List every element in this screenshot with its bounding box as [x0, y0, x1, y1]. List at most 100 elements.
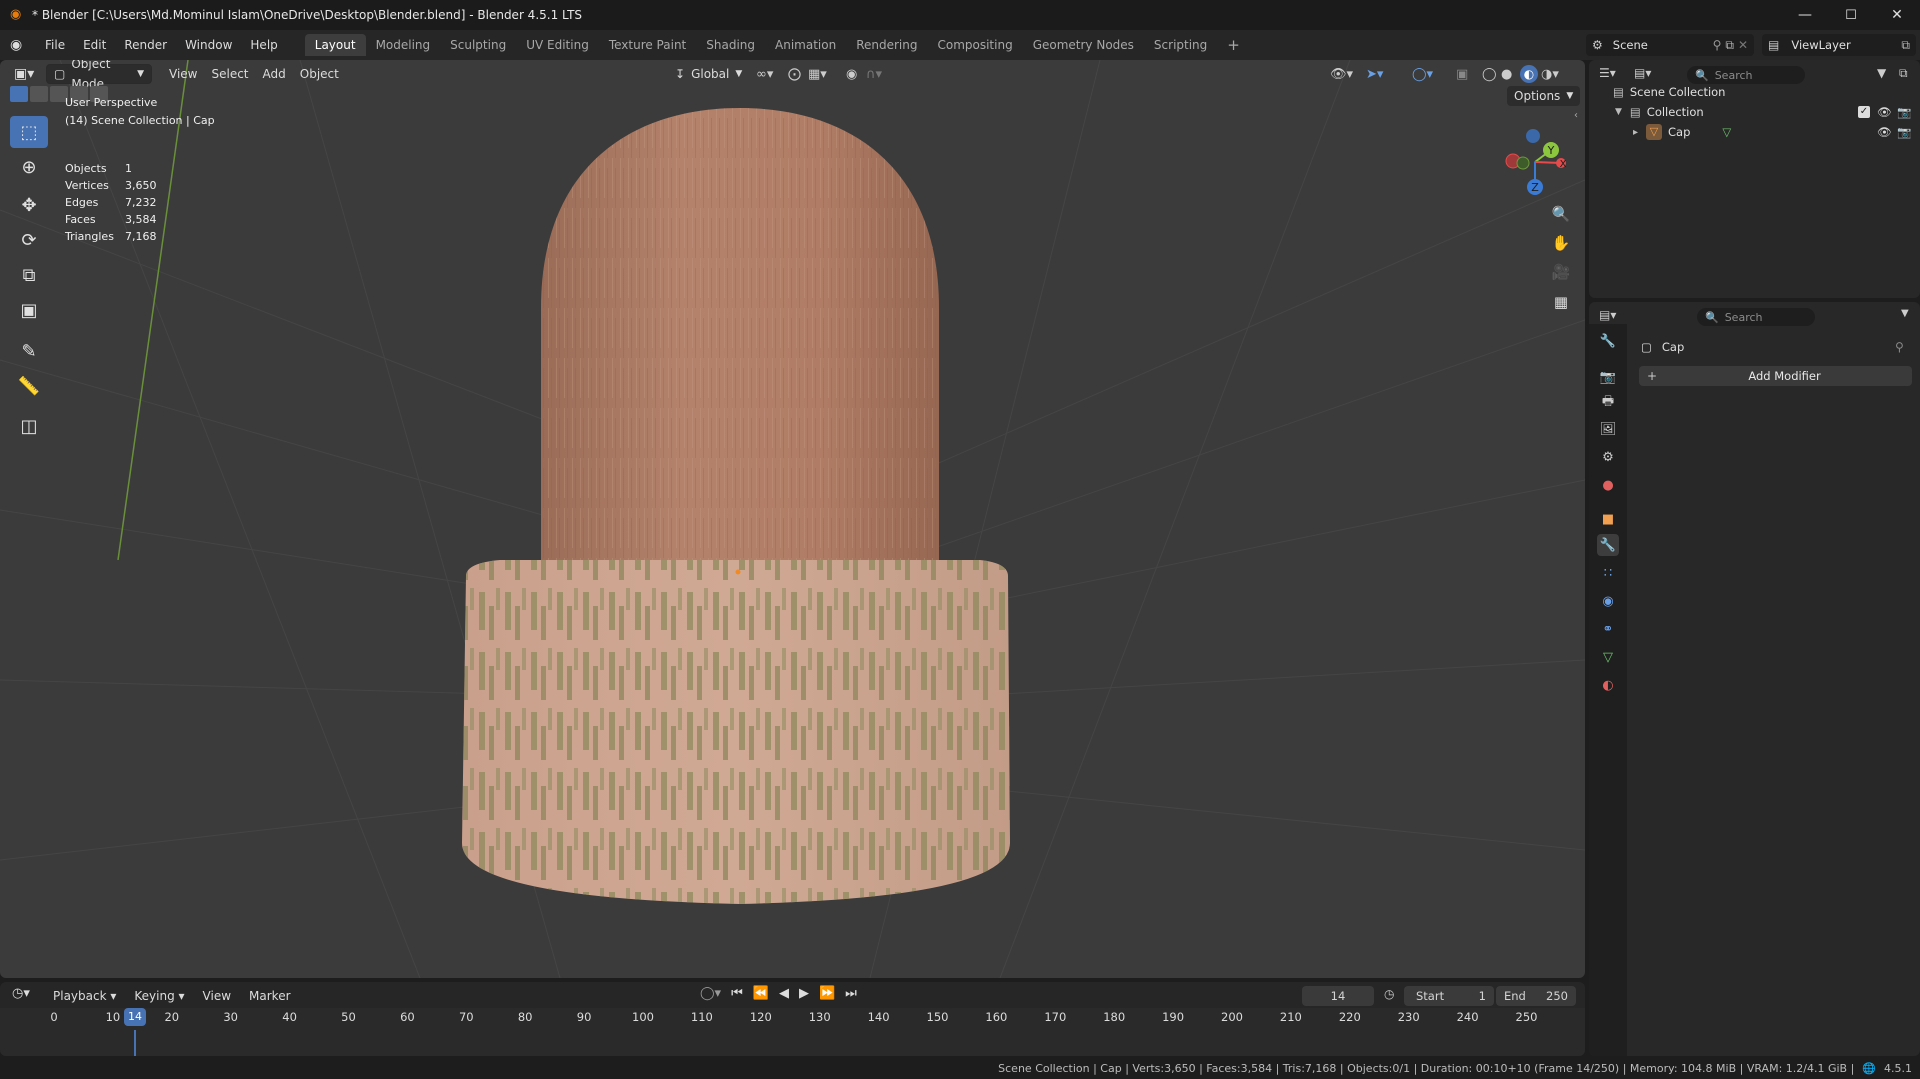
tab-compositing[interactable]: Compositing: [927, 34, 1022, 56]
current-frame-field[interactable]: 14: [1302, 986, 1374, 1006]
exclude-checkbox[interactable]: ✓: [1858, 106, 1870, 118]
particles-icon[interactable]: ∷: [1597, 562, 1619, 584]
tool-icon[interactable]: 🔧: [1597, 330, 1619, 352]
outliner-editor-type-icon[interactable]: ☰▾: [1599, 66, 1616, 80]
3d-viewport[interactable]: ▣▾ ▢ Object Mode ▼ View Select Add Objec…: [0, 60, 1585, 978]
chevron-down-icon[interactable]: ▼: [1615, 107, 1622, 117]
editor-type-icon[interactable]: ▣▾: [14, 66, 40, 82]
hand-pan-icon[interactable]: ✋: [1547, 229, 1575, 257]
solid-shading-icon[interactable]: ●: [1501, 67, 1512, 82]
play-reverse-icon[interactable]: ◀: [779, 986, 789, 1001]
select-extend-icon[interactable]: [30, 86, 48, 102]
menu-marker[interactable]: Marker: [242, 986, 297, 1006]
jump-end-icon[interactable]: ⏭: [845, 986, 857, 1001]
scene-selector[interactable]: ⚙ Scene ⚲ ⧉ ✕: [1586, 34, 1754, 56]
tab-geometry-nodes[interactable]: Geometry Nodes: [1023, 34, 1144, 56]
new-collection-icon[interactable]: ⧉: [1899, 66, 1908, 81]
chevron-down-icon[interactable]: ▼: [1901, 308, 1909, 319]
rendered-shading-icon[interactable]: ◑▾: [1541, 67, 1559, 82]
maximize-button[interactable]: ☐: [1828, 0, 1874, 30]
wireframe-shading-icon[interactable]: ◯: [1482, 67, 1497, 82]
outliner-row-scene-collection[interactable]: ▤ Scene Collection: [1589, 82, 1920, 102]
tab-animation[interactable]: Animation: [765, 34, 846, 56]
display-mode-icon[interactable]: ▤▾: [1634, 66, 1651, 80]
timeline-editor-type-icon[interactable]: ◷▾: [12, 986, 30, 1001]
tab-sculpting[interactable]: Sculpting: [440, 34, 516, 56]
falloff-icon[interactable]: ∩▾: [866, 67, 882, 82]
material-shading-icon[interactable]: ◐: [1520, 65, 1538, 83]
select-box-icon[interactable]: ⬚: [10, 116, 48, 148]
tab-shading[interactable]: Shading: [696, 34, 765, 56]
world-icon[interactable]: ●: [1597, 474, 1619, 496]
jump-start-icon[interactable]: ⏮: [731, 986, 743, 1001]
tab-layout[interactable]: Layout: [304, 34, 366, 56]
auto-keying-icon[interactable]: ◯▾: [700, 986, 721, 1001]
blender-menu-icon[interactable]: ◉: [10, 37, 32, 53]
properties-editor-type-icon[interactable]: ▤▾: [1599, 308, 1616, 322]
tab-modeling[interactable]: Modeling: [366, 34, 441, 56]
snap-target-icon[interactable]: ▦▾: [808, 67, 827, 82]
minimize-button[interactable]: —: [1782, 0, 1828, 30]
xray-icon[interactable]: ▣: [1456, 67, 1468, 82]
playhead-frame-label[interactable]: 14: [124, 1008, 146, 1026]
menu-edit[interactable]: Edit: [74, 34, 115, 56]
navigation-gizmo[interactable]: Y X Z: [1495, 122, 1575, 202]
viewlayer-selector[interactable]: ▤ ViewLayer ⧉: [1762, 34, 1916, 56]
measure-icon[interactable]: 📏: [10, 370, 48, 402]
move-icon[interactable]: ✥: [10, 189, 48, 221]
jump-keyframe-forward-icon[interactable]: ⏩: [819, 986, 835, 1001]
add-workspace-button[interactable]: +: [1217, 34, 1250, 56]
scale-icon[interactable]: ⧉: [10, 259, 48, 291]
cap-object[interactable]: [450, 108, 1020, 918]
new-scene-icon[interactable]: ⧉: [1725, 38, 1734, 53]
snap-icon[interactable]: ⨀: [788, 67, 801, 82]
gizmo-toggle-icon[interactable]: ➤▾: [1366, 67, 1383, 82]
tab-uv-editing[interactable]: UV Editing: [516, 34, 599, 56]
overlay-toggle-icon[interactable]: ◯▾: [1412, 67, 1433, 82]
start-frame-field[interactable]: Start 1: [1404, 986, 1494, 1006]
output-icon[interactable]: 🖶: [1597, 392, 1619, 414]
add-modifier-button[interactable]: + Add Modifier: [1639, 366, 1912, 386]
menu-help[interactable]: Help: [241, 34, 286, 56]
data-icon[interactable]: ▽: [1597, 646, 1619, 668]
cursor-icon[interactable]: ⊕: [10, 151, 48, 183]
camera-icon[interactable]: 🎥: [1547, 258, 1575, 286]
zoom-icon[interactable]: 🔍: [1547, 200, 1575, 228]
menu-keying[interactable]: Keying ▾: [127, 986, 191, 1006]
sidebar-toggle-icon[interactable]: ‹: [1574, 110, 1578, 121]
visibility-icon[interactable]: 👁▾: [1330, 67, 1353, 82]
menu-add[interactable]: Add: [256, 64, 293, 84]
object-icon[interactable]: ■: [1597, 508, 1619, 530]
outliner-row-collection[interactable]: ▼ ▤ Collection ✓ 👁 📷: [1589, 102, 1920, 122]
play-icon[interactable]: ▶: [799, 986, 809, 1001]
transform-icon[interactable]: ▣: [10, 294, 48, 326]
menu-select[interactable]: Select: [204, 64, 255, 84]
filter-icon[interactable]: ▼: [1877, 66, 1886, 80]
physics-icon[interactable]: ◉: [1597, 590, 1619, 612]
preview-range-icon[interactable]: ◷: [1384, 987, 1394, 1001]
annotate-icon[interactable]: ✎: [10, 335, 48, 367]
proportional-edit-icon[interactable]: ◉: [846, 67, 857, 82]
constraints-icon[interactable]: ⚭: [1597, 618, 1619, 640]
eye-icon[interactable]: 👁: [1877, 105, 1892, 119]
modifier-icon[interactable]: 🔧: [1597, 534, 1619, 556]
pin-icon[interactable]: ⚲: [1713, 38, 1722, 52]
menu-object[interactable]: Object: [293, 64, 346, 84]
properties-search-input[interactable]: 🔍 Search: [1697, 308, 1815, 326]
close-button[interactable]: ✕: [1874, 0, 1920, 30]
render-camera-icon[interactable]: 📷: [1897, 125, 1911, 139]
options-dropdown[interactable]: Options ▼: [1507, 86, 1581, 106]
menu-playback[interactable]: Playback ▾: [46, 986, 123, 1006]
tab-texture-paint[interactable]: Texture Paint: [599, 34, 696, 56]
add-cube-icon[interactable]: ◫: [10, 410, 48, 442]
menu-render[interactable]: Render: [115, 34, 176, 56]
menu-file[interactable]: File: [36, 34, 74, 56]
menu-view[interactable]: View: [162, 64, 204, 84]
mode-dropdown[interactable]: ▢ Object Mode ▼: [46, 60, 152, 91]
new-viewlayer-icon[interactable]: ⧉: [1901, 38, 1910, 53]
grid-ortho-icon[interactable]: ▦: [1547, 288, 1575, 316]
playhead-line[interactable]: [134, 1030, 136, 1056]
outliner-row-cap[interactable]: ▸ ▽ Cap ▽ 👁 📷: [1589, 122, 1920, 142]
scene-icon[interactable]: ⚙: [1597, 446, 1619, 468]
end-frame-field[interactable]: End 250: [1496, 986, 1576, 1006]
